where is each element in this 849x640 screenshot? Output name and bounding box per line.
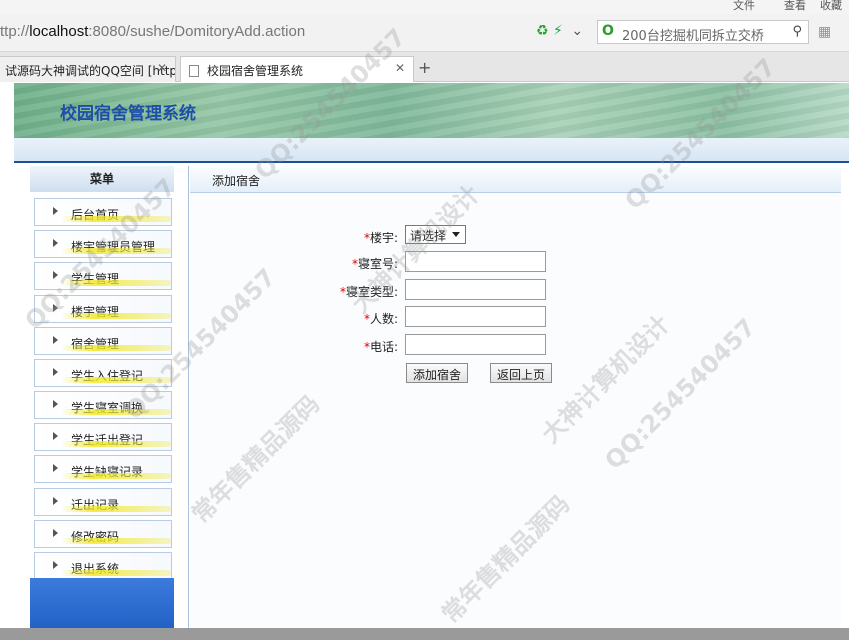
sidebar-item-building-admins[interactable]: 楼宇管理员管理 [34,230,172,258]
capacity-label: *人数: [364,310,398,327]
apps-grid-icon[interactable]: ▦ [818,24,831,40]
page-footer-bar [0,628,849,640]
label-text: 电话: [369,340,398,354]
sidebar-item-move-out-records[interactable]: 迁出记录 [34,488,172,516]
add-dorm-form: *楼宇: 请选择 *寝室号: *寝室类型: *人数: *电话: 添加宿舍 返回上… [190,193,841,633]
search-engine-icon[interactable]: O [602,23,614,39]
sidebar-item-label: 楼宇管理员管理 [71,240,156,254]
room-number-label: *寝室号: [352,255,398,272]
address-bar: ttp://localhost:8080/sushe/DomitoryAdd.a… [0,14,849,52]
browser-menu-bar: 文件 查看 收藏 [0,0,849,14]
close-tab-icon[interactable]: ✕ [395,61,405,75]
tab-bar: 试源码大神调试的QQ空间 [http: ✕ 校园宿舍管理系统 ✕ + [0,52,849,82]
arrow-right-icon [53,239,58,247]
arrow-right-icon [53,368,58,376]
sidebar-item-students[interactable]: 学生管理 [34,262,172,290]
header-subbar [14,138,849,163]
sidebar-footer [30,578,174,634]
sidebar-item-label: 退出系统 [71,562,120,576]
url-path: :8080/sushe/DomitoryAdd.action [88,23,306,40]
add-dorm-button[interactable]: 添加宿舍 [406,363,469,383]
menu-title: 菜单 [30,166,174,192]
tab-dorm-system[interactable]: 校园宿舍管理系统 ✕ [180,56,414,82]
sidebar-item-dorms[interactable]: 宿舍管理 [34,327,172,355]
tab-label: 校园宿舍管理系统 [207,64,304,78]
sidebar: 菜单 后台首页 楼宇管理员管理 学生管理 楼宇管理 宿舍管理 学生入住登记 学生… [30,166,174,626]
arrow-right-icon [53,529,58,537]
sidebar-item-label: 宿舍管理 [71,337,120,351]
form-row-phone: *电话: [190,334,841,356]
sidebar-item-label: 学生迁出登记 [71,433,144,447]
search-input[interactable]: 200台挖掘机同拆立交桥 [622,25,782,44]
new-tab-icon[interactable]: + [418,58,431,77]
form-row-capacity: *人数: [190,306,841,328]
sidebar-item-change-password[interactable]: 修改密码 [34,520,172,548]
tab-qq-space[interactable]: 试源码大神调试的QQ空间 [http: ✕ [0,56,176,82]
compat-mode-icon[interactable]: ♻ [536,23,549,39]
arrow-right-icon [53,400,58,408]
form-row-room-number: *寝室号: [190,251,841,273]
select-value: 请选择 [410,229,447,243]
caret-down-icon [452,232,460,237]
room-type-input[interactable] [405,279,546,300]
room-number-input[interactable] [405,251,546,272]
sidebar-item-room-swap[interactable]: 学生寝室调换 [34,391,172,419]
form-row-room-type: *寝室类型: [190,279,841,301]
site-banner: 校园宿舍管理系统 [14,83,849,138]
bookmarks-menu[interactable]: 收藏 [820,0,842,13]
sidebar-item-label: 修改密码 [71,530,120,544]
capacity-input[interactable] [405,306,546,327]
arrow-right-icon [53,432,58,440]
sidebar-item-move-out[interactable]: 学生迁出登记 [34,423,172,451]
file-menu[interactable]: 文件 [733,0,755,13]
sidebar-item-label: 学生入住登记 [71,369,144,383]
arrow-right-icon [53,336,58,344]
phone-label: *电话: [364,338,398,355]
sidebar-item-label: 迁出记录 [71,498,120,512]
phone-input[interactable] [405,334,546,355]
sidebar-item-label: 后台首页 [71,208,120,222]
sidebar-item-absence[interactable]: 学生缺寝记录 [34,455,172,483]
divider [188,166,189,636]
view-menu[interactable]: 查看 [784,0,806,13]
sidebar-item-home[interactable]: 后台首页 [34,198,172,226]
sidebar-item-label: 楼宇管理 [71,305,120,319]
sidebar-item-logout[interactable]: 退出系统 [34,552,172,580]
arrow-right-icon [53,464,58,472]
dropdown-chevron-icon[interactable]: ⌄ [571,23,583,39]
arrow-right-icon [53,271,58,279]
content-header: 添加宿舍 [190,166,841,193]
speed-mode-icon[interactable]: ⚡ [553,23,563,39]
back-button[interactable]: 返回上页 [490,363,553,383]
sidebar-item-label: 学生寝室调换 [71,401,144,415]
sidebar-item-label: 学生缺寝记录 [71,465,144,479]
arrow-right-icon [53,561,58,569]
url-scheme: ttp:// [0,23,30,40]
page-title: 添加宿舍 [212,174,261,188]
arrow-right-icon [53,497,58,505]
close-tab-icon[interactable]: ✕ [157,61,167,75]
label-text: 寝室号: [357,257,398,271]
tab-label: 试源码大神调试的QQ空间 [http: [5,64,176,78]
url-field[interactable]: ttp://localhost:8080/sushe/DomitoryAdd.a… [0,23,305,40]
search-icon[interactable]: ⚲ [792,24,802,39]
sidebar-item-buildings[interactable]: 楼宇管理 [34,295,172,323]
page-icon [189,65,199,77]
form-row-building: *楼宇: 请选择 [190,225,841,247]
arrow-right-icon [53,207,58,215]
label-text: 寝室类型: [345,285,398,299]
room-type-label: *寝室类型: [340,283,398,300]
address-tool-icons: ♻ ⚡ ⌄ [536,23,583,39]
building-select[interactable]: 请选择 [405,225,466,244]
sidebar-item-check-in[interactable]: 学生入住登记 [34,359,172,387]
label-text: 人数: [369,312,398,326]
site-title: 校园宿舍管理系统 [60,104,196,124]
building-label: *楼宇: [364,229,398,246]
url-host: localhost [29,23,89,40]
sidebar-item-label: 学生管理 [71,272,120,286]
label-text: 楼宇: [369,231,398,245]
arrow-right-icon [53,304,58,312]
search-box[interactable]: O 200台挖掘机同拆立交桥 ⚲ [597,20,809,44]
